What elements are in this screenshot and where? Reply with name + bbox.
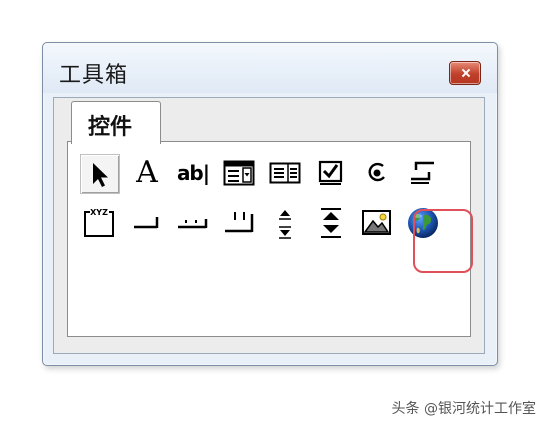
spin-button-icon [321,208,341,238]
togglebutton-tool[interactable] [404,154,442,192]
textbox-ab-icon: ab| [176,161,210,185]
pointer-tool[interactable] [80,154,120,194]
combobox-icon [223,160,255,186]
checkbox-icon [318,160,343,185]
tab-controls[interactable]: 控件 [71,101,161,144]
listbox-icon [269,162,301,184]
scrollbar-icon [279,210,291,239]
multipage-tool[interactable] [220,204,258,242]
textbox-tool[interactable]: ab| [174,154,212,192]
label-tool[interactable]: A [128,154,166,192]
multipage-icon [225,212,254,233]
combobox-tool[interactable] [220,154,258,192]
toggle-button-icon [411,161,434,184]
watermark-text: 头条 @银河统计工作室 [391,401,536,417]
image-tool[interactable] [358,204,396,242]
frame-icon-text: XYZ [90,208,108,217]
radio-button-icon [368,162,385,182]
image-icon [362,210,391,235]
arrow-pointer-icon [93,163,108,187]
close-button[interactable] [449,61,481,85]
commandbutton-tool[interactable] [128,204,166,242]
highlight-annotation [413,209,473,273]
checkbox-tool[interactable] [312,154,350,192]
window-title: 工具箱 [59,63,129,88]
toolbox-window: 工具箱 控件 A ab| XYZ [42,42,498,366]
optionbutton-tool[interactable] [358,154,396,192]
tabstrip-tool[interactable] [174,204,212,242]
listbox-tool[interactable] [266,154,304,192]
controls-panel: A ab| XYZ [67,141,471,337]
label-A-icon: A [136,155,158,190]
tab-label: 控件 [88,115,133,140]
frame-icon: XYZ [84,208,114,237]
frame-tool[interactable]: XYZ [80,204,118,242]
tabstrip-icon [178,219,208,229]
scrollbar-tool[interactable] [266,204,304,242]
title-bar[interactable]: 工具箱 [43,43,497,93]
command-button-icon [134,217,159,229]
spinbutton-tool[interactable] [312,204,350,242]
